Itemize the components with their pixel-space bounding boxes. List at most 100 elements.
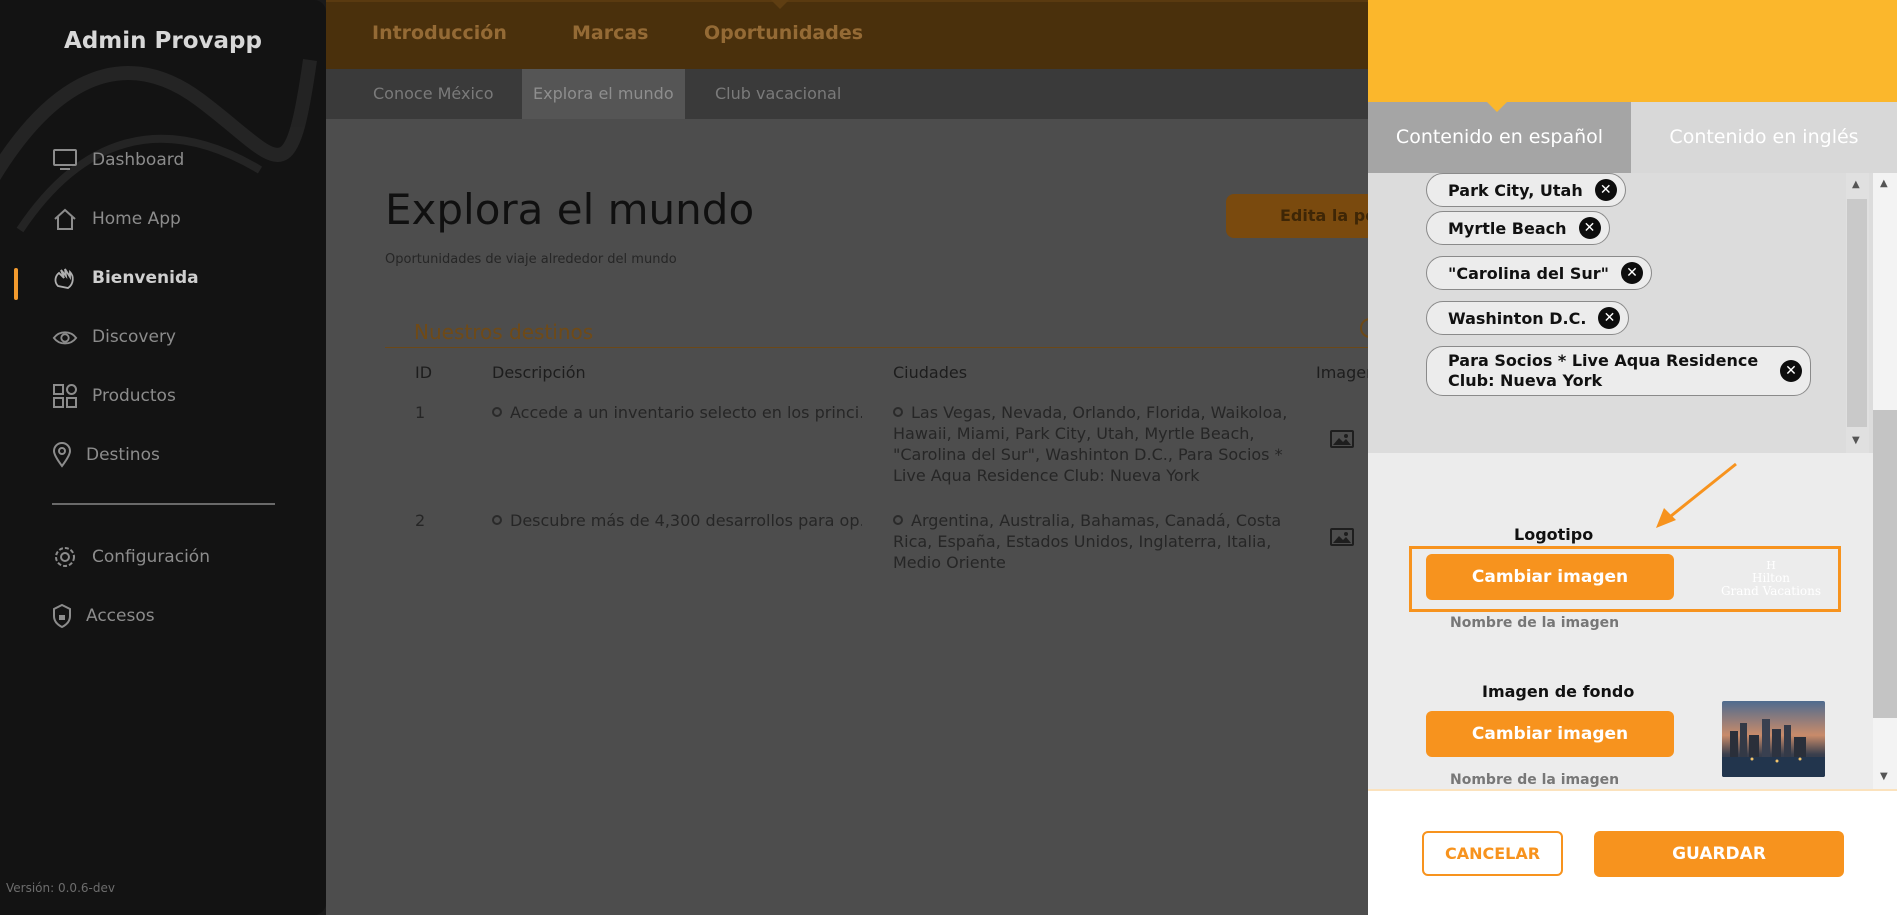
sidebar-item-label: Destinos — [86, 445, 160, 465]
cities-line: "Carolina del Sur", Washinton D.C., Para… — [893, 445, 1283, 464]
remove-tag-icon[interactable]: ✕ — [1780, 360, 1802, 382]
map-pin-icon — [52, 442, 72, 468]
city-tag-label: Park City, Utah — [1448, 180, 1583, 200]
app-version: Versión: 0.0.6-dev — [6, 881, 115, 895]
panel-scrollbar-thumb[interactable] — [1873, 410, 1897, 718]
city-tag: Park City, Utah ✕ — [1426, 173, 1626, 207]
sidebar-item-destinos[interactable]: Destinos — [52, 437, 160, 473]
city-tag: "Carolina del Sur" ✕ — [1426, 256, 1652, 290]
remove-tag-icon[interactable]: ✕ — [1620, 262, 1643, 284]
table-header-ciudades: Ciudades — [893, 363, 968, 382]
cities-line: Hawaii, Miami, Park City, Utah, Myrtle B… — [893, 424, 1255, 443]
tab-contenido-espanol[interactable]: Contenido en español — [1368, 102, 1631, 173]
sidebar-item-dashboard[interactable]: Dashboard — [52, 142, 184, 178]
sidebar-item-label: Discovery — [92, 327, 176, 347]
table-cell-id: 1 — [415, 403, 426, 422]
scroll-up-icon[interactable]: ▲ — [1852, 179, 1860, 190]
cities-line: Live Aqua Residence Club: Nueva York — [893, 466, 1200, 485]
bullet-icon — [893, 407, 903, 417]
background-preview-image — [1722, 701, 1825, 777]
scroll-down-icon[interactable]: ▼ — [1880, 771, 1888, 782]
logo-preview-line: Grand Vacations — [1720, 584, 1822, 598]
subtab-conoce-mexico[interactable]: Conoce México — [362, 69, 504, 119]
gear-icon — [52, 544, 78, 570]
sidebar-item-home-app[interactable]: Home App — [52, 201, 181, 237]
remove-tag-icon[interactable]: ✕ — [1598, 307, 1621, 329]
background-label: Imagen de fondo — [1482, 682, 1635, 701]
sidebar-item-label: Accesos — [86, 606, 155, 626]
logo-preview: H Hilton Grand Vacations — [1719, 560, 1823, 604]
sidebar-item-label: Dashboard — [92, 150, 185, 170]
panel-footer-divider — [1368, 789, 1897, 791]
sidebar-item-label: Home App — [92, 209, 181, 229]
city-tag: Washinton D.C. ✕ — [1426, 301, 1630, 335]
annotation-arrow-icon — [1656, 462, 1737, 528]
cancel-button[interactable]: CANCELAR — [1422, 831, 1563, 876]
sidebar-divider — [52, 503, 275, 505]
city-tag-label: Para Socios * Live Aqua Residence Club: … — [1448, 351, 1768, 391]
background-image-name: Nombre de la imagen — [1450, 772, 1620, 788]
sidebar: Admin Provapp Dashboard Home App Bienven… — [0, 0, 326, 915]
sidebar-item-productos[interactable]: Productos — [52, 378, 176, 414]
monitor-icon — [52, 147, 78, 173]
topnav-introduccion[interactable]: Introducción — [372, 22, 507, 44]
sidebar-item-label: Configuración — [92, 547, 210, 567]
city-tag-line: Club: Nueva York — [1448, 371, 1603, 390]
sidebar-item-bienvenida[interactable]: Bienvenida — [52, 260, 199, 296]
tab-active-caret — [1487, 102, 1507, 112]
city-tag-line: Para Socios * Live Aqua Residence — [1448, 351, 1759, 370]
shield-lock-icon — [52, 603, 72, 629]
page-subtitle: Oportunidades de viaje alrededor del mun… — [385, 252, 677, 267]
sidebar-item-discovery[interactable]: Discovery — [52, 319, 176, 355]
change-logo-button[interactable]: Cambiar imagen — [1426, 554, 1674, 600]
table-cell-id: 2 — [415, 511, 426, 530]
panel-header — [1368, 0, 1897, 102]
table-cell-description: Accede a un inventario selecto en los pr… — [492, 402, 862, 423]
city-tag-label: "Carolina del Sur" — [1448, 263, 1609, 283]
city-tag-label: Myrtle Beach — [1448, 218, 1567, 238]
scroll-up-icon[interactable]: ▲ — [1880, 178, 1888, 189]
edit-page-button[interactable]: Edita la po — [1226, 194, 1386, 238]
cities-line: Rica, España, Estados Unidos, Inglaterra… — [893, 532, 1272, 551]
active-indicator — [14, 268, 18, 300]
save-button[interactable]: GUARDAR — [1594, 831, 1844, 877]
cities-line-text: Argentina, Australia, Bahamas, Canadá, C… — [911, 511, 1282, 530]
sidebar-item-label: Productos — [92, 386, 176, 406]
cities-tags-field[interactable]: Park City, Utah ✕ Myrtle Beach ✕ "Caroli… — [1368, 173, 1888, 453]
app-brand: Admin Provapp — [64, 28, 262, 54]
app-root: Admin Provapp Dashboard Home App Bienven… — [0, 0, 1897, 915]
topnav-oportunidades[interactable]: Oportunidades — [704, 22, 863, 44]
subtab-explora-el-mundo[interactable]: Explora el mundo — [522, 69, 685, 119]
table-cell-cities: Las Vegas, Nevada, Orlando, Florida, Wai… — [893, 402, 1293, 486]
city-tag: Para Socios * Live Aqua Residence Club: … — [1426, 346, 1811, 396]
subtab-club-vacacional[interactable]: Club vacacional — [704, 69, 852, 119]
bullet-icon — [492, 515, 502, 525]
sidebar-item-label: Bienvenida — [92, 268, 199, 288]
sidebar-item-configuracion[interactable]: Configuración — [52, 539, 210, 575]
logo-image-name: Nombre de la imagen — [1450, 615, 1620, 631]
topnav-marcas[interactable]: Marcas — [572, 22, 649, 44]
tags-scrollbar-thumb[interactable] — [1847, 199, 1867, 427]
sidebar-item-accesos[interactable]: Accesos — [52, 598, 155, 634]
image-icon[interactable] — [1330, 430, 1354, 448]
logo-label: Logotipo — [1514, 525, 1594, 544]
section-title: Nuestros destinos — [414, 320, 594, 344]
wave-hand-icon — [52, 265, 78, 291]
bullet-icon — [492, 407, 502, 417]
tab-contenido-ingles[interactable]: Contenido en inglés — [1631, 102, 1897, 173]
cities-line-text: Las Vegas, Nevada, Orlando, Florida, Wai… — [911, 403, 1288, 422]
edit-panel: Contenido en español Contenido en inglés… — [1368, 0, 1897, 915]
city-tag-label: Washinton D.C. — [1448, 308, 1587, 328]
grid-icon — [52, 383, 78, 409]
table-cell-description: Descubre más de 4,300 desarrollos para o… — [492, 510, 862, 531]
remove-tag-icon[interactable]: ✕ — [1578, 217, 1601, 239]
image-icon[interactable] — [1330, 528, 1354, 546]
change-background-button[interactable]: Cambiar imagen — [1426, 711, 1674, 757]
home-icon — [52, 206, 78, 232]
table-header-id: ID — [415, 363, 433, 382]
scroll-down-icon[interactable]: ▼ — [1852, 435, 1860, 446]
cities-line: Medio Oriente — [893, 553, 1006, 572]
remove-tag-icon[interactable]: ✕ — [1594, 179, 1617, 201]
cities-line: Argentina, Australia, Bahamas, Canadá, C… — [893, 510, 1293, 531]
table-cell-cities: Argentina, Australia, Bahamas, Canadá, C… — [893, 510, 1293, 573]
